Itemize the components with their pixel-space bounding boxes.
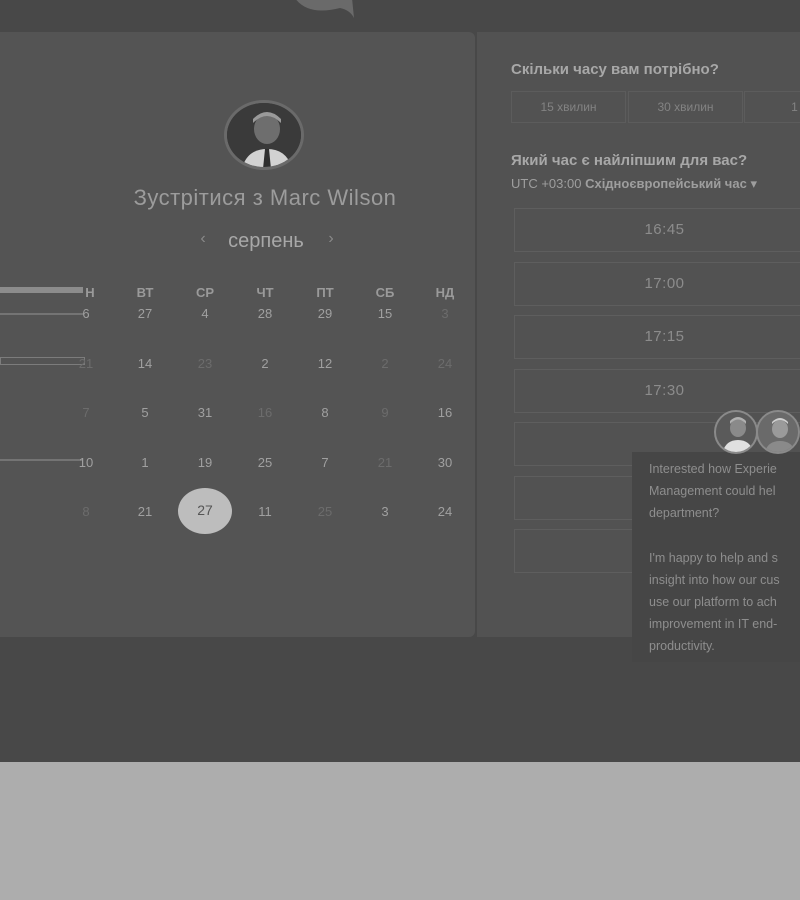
calendar-day[interactable]: 9 xyxy=(365,405,405,420)
weekday-header: СР xyxy=(195,285,215,300)
weekday-header: ПТ xyxy=(316,285,334,300)
weekday-header: НД xyxy=(435,285,455,300)
agent-avatar xyxy=(756,410,800,454)
calendar-day[interactable]: 24 xyxy=(425,356,465,371)
time-slot[interactable]: 17:00 xyxy=(514,262,800,306)
calendar-day[interactable]: 3 xyxy=(365,504,405,519)
calendar-day[interactable]: 28 xyxy=(245,306,285,321)
duration-question: Скільки часу вам потрібно? xyxy=(511,61,719,78)
chat-line: insight into how our cus xyxy=(649,572,780,587)
calendar-day[interactable]: 7 xyxy=(66,405,106,420)
chevron-right-icon[interactable]: › xyxy=(324,230,338,248)
agent-photo-icon xyxy=(758,412,798,452)
month-navigator: ‹ серпень › xyxy=(196,230,336,254)
duration-option[interactable]: 15 хвилин xyxy=(511,91,626,123)
duration-option[interactable]: 1 го xyxy=(744,91,800,123)
chat-line: department? xyxy=(649,506,720,521)
weekday-header: ЧТ xyxy=(256,285,274,300)
chat-message: Interested how Experie Management could … xyxy=(649,458,800,658)
time-slot[interactable]: 16:45 xyxy=(514,208,800,252)
host-name: Marc Wilson xyxy=(269,185,397,210)
calendar-day[interactable]: 21 xyxy=(125,504,165,519)
meeting-title-prefix: Зустрітися з xyxy=(133,185,270,210)
calendar-day[interactable]: 15 xyxy=(365,306,405,321)
calendar-day[interactable]: 10 xyxy=(66,455,106,470)
meeting-title: Зустрітися з Marc Wilson xyxy=(0,185,530,211)
brand-logo xyxy=(296,0,354,18)
chat-line: improvement in IT end- xyxy=(649,617,778,632)
chat-paragraph: I'm happy to help and s insight into how… xyxy=(649,547,800,658)
duration-options: 15 хвилин 30 хвилин 1 го xyxy=(511,91,800,123)
calendar-day[interactable]: 6 xyxy=(66,306,106,321)
weekday-header: ВТ xyxy=(136,285,154,300)
calendar-day[interactable]: 2 xyxy=(245,356,285,371)
calendar-day[interactable]: 23 xyxy=(185,356,225,371)
calendar-day[interactable]: 25 xyxy=(305,504,345,519)
time-slot[interactable]: 17:15 xyxy=(514,315,800,359)
calendar-day[interactable]: 12 xyxy=(305,356,345,371)
weekday-header: СБ xyxy=(375,285,395,300)
chat-line: productivity. xyxy=(649,639,715,654)
calendar-day[interactable]: 31 xyxy=(185,405,225,420)
calendar-day[interactable]: 21 xyxy=(66,356,106,371)
chat-line: I'm happy to help and s xyxy=(649,550,778,565)
calendar-day[interactable]: 21 xyxy=(365,455,405,470)
chat-avatars[interactable] xyxy=(714,410,800,454)
calendar-day[interactable]: 16 xyxy=(245,405,285,420)
duration-option[interactable]: 30 хвилин xyxy=(628,91,743,123)
calendar-day[interactable]: 29 xyxy=(305,306,345,321)
chat-line: Interested how Experie xyxy=(649,462,777,476)
month-label: серпень xyxy=(228,230,304,252)
agent-photo-icon xyxy=(716,412,756,452)
time-question: Який час є найліпшим для вас? xyxy=(511,152,748,169)
time-slot[interactable]: 17:30 xyxy=(514,369,800,413)
timezone-select[interactable]: UTC +03:00 Східноєвропейський час ▾ xyxy=(511,176,757,192)
calendar-day[interactable]: 19 xyxy=(185,455,225,470)
chevron-left-icon[interactable]: ‹ xyxy=(196,230,210,248)
chevron-down-icon: ▾ xyxy=(750,176,757,191)
chat-line: use our platform to ach xyxy=(649,595,777,610)
calendar-day[interactable]: 11 xyxy=(245,504,285,519)
calendar-day[interactable]: 25 xyxy=(245,455,285,470)
calendar-day[interactable]: 8 xyxy=(305,405,345,420)
calendar-day[interactable]: 5 xyxy=(125,405,165,420)
calendar-day[interactable]: 27 xyxy=(125,306,165,321)
calendar-day[interactable]: 16 xyxy=(425,405,465,420)
chat-paragraph: Interested how Experie Management could … xyxy=(649,458,800,525)
timezone-name: Східноєвропейський час xyxy=(585,176,747,191)
timezone-offset: UTC +03:00 xyxy=(511,176,582,191)
calendar-day[interactable]: 4 xyxy=(185,306,225,321)
calendar-day[interactable]: 2 xyxy=(365,356,405,371)
calendar-day[interactable]: 7 xyxy=(305,455,345,470)
calendar-day[interactable]: 8 xyxy=(66,504,106,519)
calendar-day[interactable]: 1 xyxy=(125,455,165,470)
weekday-header: Н xyxy=(85,285,95,300)
booking-stage: Зустрітися з Marc Wilson ‹ серпень › Н В… xyxy=(0,0,800,762)
host-avatar xyxy=(224,100,304,170)
calendar-day[interactable]: 14 xyxy=(125,356,165,371)
agent-avatar xyxy=(714,410,758,454)
calendar-day[interactable]: 3 xyxy=(425,306,465,321)
calendar-day[interactable]: 24 xyxy=(425,504,465,519)
chat-line: Management could hel xyxy=(649,484,776,499)
selected-day[interactable]: 27 xyxy=(178,488,232,534)
calendar-day[interactable]: 30 xyxy=(425,455,465,470)
